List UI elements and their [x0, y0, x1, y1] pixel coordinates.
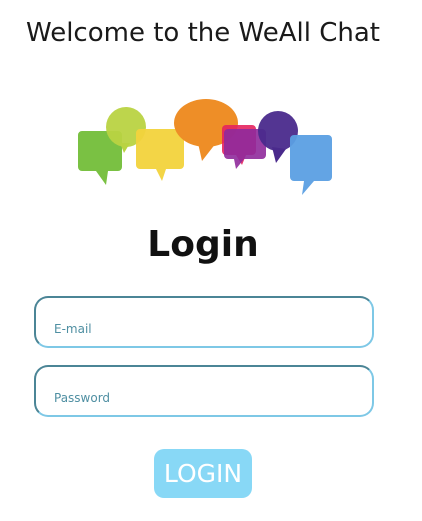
welcome-title: Welcome to the WeAll Chat [26, 18, 380, 48]
blue-bubble-icon [290, 135, 332, 195]
password-input[interactable] [54, 383, 354, 413]
password-field[interactable] [34, 365, 374, 417]
email-input[interactable] [54, 314, 354, 344]
login-button[interactable]: LOGIN [154, 449, 252, 498]
yellow-bubble-icon [136, 129, 184, 181]
speech-bubbles-logo-icon [78, 99, 332, 195]
email-field[interactable] [34, 296, 374, 348]
login-heading: Login [147, 224, 259, 265]
